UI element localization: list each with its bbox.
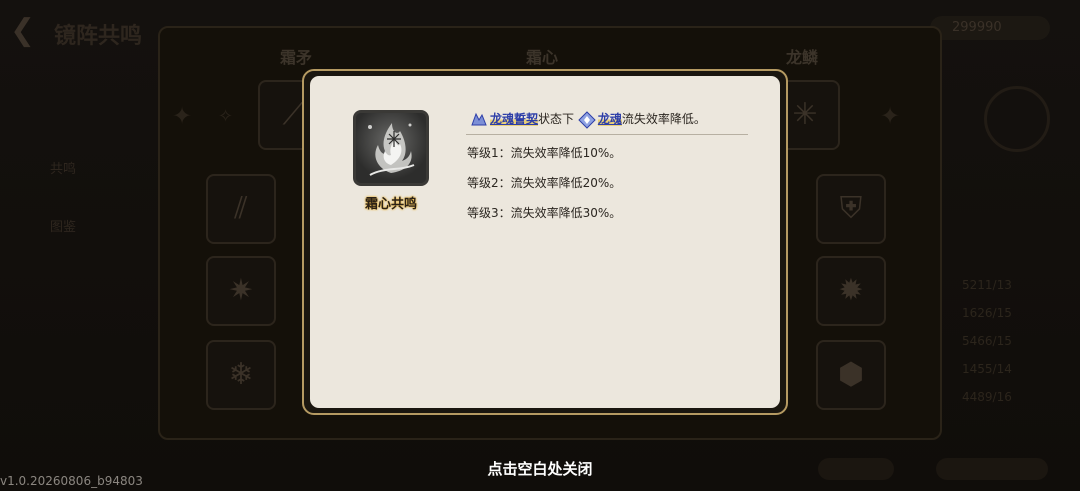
level-3-text: 等级3：流失效率降低30%。 [467, 206, 622, 220]
column-title-frost-heart: 霜心 [526, 48, 559, 67]
back-arrow-icon: ❮ [10, 13, 36, 48]
left-menu-resonance[interactable]: 共鸣 [50, 158, 76, 177]
close-hint[interactable]: 点击空白处关闭 [0, 458, 1080, 479]
sparkle-icon: ✦ [880, 102, 901, 130]
skill-slot[interactable]: ✹ [816, 256, 886, 326]
column-title-dragon-scale: 龙鳞 [786, 48, 819, 67]
skill-slot[interactable]: ✷ [206, 256, 276, 326]
left-menu-codex[interactable]: 图鉴 [50, 216, 76, 235]
screen-title: 镜阵共鸣 [54, 24, 143, 49]
skill-description: 龙魂誓契状态下 龙魂流失效率降低。 [470, 108, 750, 132]
stat-value: 1626/15 [962, 306, 1012, 320]
stat-value: 5211/13 [962, 278, 1012, 292]
skill-slot[interactable]: ⛨ [816, 174, 886, 244]
level-2-text: 等级2：流失效率降低20%。 [467, 176, 622, 190]
sparkle-icon: ✧ [218, 106, 234, 127]
skill-slot[interactable]: ⫽ [206, 174, 276, 244]
level-1-text: 等级1：流失效率降低10%。 [467, 146, 622, 160]
gear-icon [984, 86, 1050, 152]
stat-value: 5466/15 [962, 334, 1012, 348]
stat-value: 4489/16 [962, 390, 1012, 404]
description-text: 状态下 [538, 112, 575, 126]
dragon-oath-link[interactable]: 龙魂誓契 [490, 112, 539, 126]
frost-heart-icon [353, 110, 429, 186]
skill-slot[interactable]: ⬢ [816, 340, 886, 410]
skill-slot[interactable]: ❄ [206, 340, 276, 410]
currency-display: 299990 [930, 16, 1050, 40]
back-button[interactable]: ❮ 镜阵共鸣 [10, 13, 160, 50]
dragon-soul-icon [578, 110, 596, 129]
column-title-frost-spear: 霜矛 [280, 48, 313, 67]
skill-name: 霜心共鸣 [364, 197, 417, 212]
dragon-soul-link[interactable]: 龙魂 [597, 112, 622, 126]
divider [466, 134, 748, 135]
dragon-oath-icon [471, 112, 487, 125]
sparkle-icon: ✦ [172, 102, 193, 130]
currency-value: 299990 [952, 20, 1002, 35]
stat-value: 1455/14 [962, 362, 1012, 376]
version-label: v1.0.20260806_b94803 [0, 474, 143, 488]
description-text: 流失效率降低。 [621, 112, 706, 126]
